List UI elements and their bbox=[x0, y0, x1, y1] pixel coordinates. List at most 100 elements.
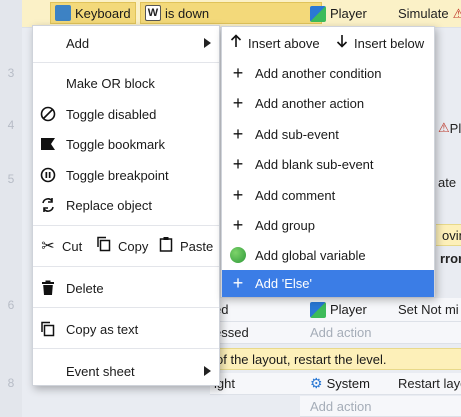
plus-icon: + bbox=[232, 123, 244, 144]
menu-item-label: Add 'Else' bbox=[255, 276, 312, 291]
event-row[interactable]: ed Player Set Not mi bbox=[210, 298, 461, 322]
menu-item-label: Toggle breakpoint bbox=[66, 167, 169, 183]
row-number: 5 bbox=[7, 172, 15, 186]
warning-icon: ⚠ bbox=[438, 120, 450, 135]
arrow-up-icon bbox=[230, 34, 242, 52]
disabled-icon bbox=[39, 105, 57, 123]
plus-icon: + bbox=[232, 92, 244, 113]
comment-text: oving bbox=[442, 227, 461, 243]
plus-icon: + bbox=[232, 273, 244, 293]
add-blank-sub-event-item[interactable]: + Add blank sub-event bbox=[222, 149, 434, 179]
add-condition-item[interactable]: + Add another condition bbox=[222, 58, 434, 88]
menu-separator bbox=[33, 266, 219, 267]
action-object[interactable]: Player bbox=[306, 298, 371, 321]
comment-row[interactable]: oving bbox=[436, 224, 461, 246]
action-label: Restart layo bbox=[398, 376, 461, 391]
menu-separator bbox=[33, 225, 219, 226]
menu-item-label: Add another action bbox=[255, 95, 365, 111]
row-number: 4 bbox=[7, 118, 15, 132]
object-name: Player bbox=[330, 6, 367, 21]
condition-keyboard[interactable]: Keyboard bbox=[50, 2, 136, 24]
condition-text[interactable]: W is down bbox=[140, 2, 322, 24]
insert-below-label: Insert below bbox=[354, 35, 425, 51]
plus-icon: + bbox=[232, 214, 244, 235]
menu-item-replace-object[interactable]: Replace object bbox=[33, 190, 219, 220]
keyboard-icon bbox=[55, 5, 71, 21]
menu-item-add[interactable]: Add bbox=[33, 28, 219, 58]
menu-item-label: Make OR block bbox=[66, 75, 155, 91]
menu-item-label: Delete bbox=[66, 280, 104, 296]
action-object[interactable]: Player bbox=[306, 0, 371, 27]
action-text[interactable]: ate bbox=[438, 172, 456, 192]
chevron-right-icon bbox=[204, 38, 211, 48]
bookmark-icon bbox=[39, 135, 57, 153]
globe-icon bbox=[229, 246, 247, 264]
menu-item-toggle-disabled[interactable]: Toggle disabled bbox=[33, 99, 219, 129]
action-label: Pla bbox=[449, 120, 461, 136]
menu-item-label: Event sheet bbox=[66, 363, 135, 379]
action-label: Simulate bbox=[398, 6, 449, 21]
paste-button[interactable]: Paste bbox=[157, 231, 213, 261]
menu-item-copy-as-text[interactable]: Copy as text bbox=[33, 314, 219, 344]
add-else-item[interactable]: + Add 'Else' bbox=[222, 270, 434, 297]
menu-item-make-or-block[interactable]: Make OR block bbox=[33, 68, 219, 98]
menu-item-toggle-breakpoint[interactable]: Toggle breakpoint bbox=[33, 160, 219, 190]
copy-button[interactable]: Copy bbox=[95, 231, 148, 261]
menu-item-label: Add global variable bbox=[255, 247, 366, 263]
menu-item-label: Replace object bbox=[66, 197, 152, 213]
menu-separator bbox=[33, 348, 219, 349]
add-comment-item[interactable]: + Add comment bbox=[222, 180, 434, 210]
row-number: 3 bbox=[7, 66, 15, 80]
action-text[interactable]: Restart layo bbox=[398, 373, 461, 394]
menu-item-toggle-bookmark[interactable]: Toggle bookmark bbox=[33, 129, 219, 159]
object-name: Player bbox=[330, 302, 367, 317]
plus-icon: + bbox=[232, 184, 244, 205]
comment-row[interactable]: of the layout, restart the level. bbox=[210, 348, 461, 370]
context-menu: Add Make OR block Toggle disabled Toggle… bbox=[32, 25, 220, 386]
add-action-item[interactable]: + Add another action bbox=[222, 88, 434, 118]
add-action-link[interactable]: Add action bbox=[310, 322, 371, 343]
menu-item-label: Add blank sub-event bbox=[255, 156, 374, 172]
event-row[interactable]: ight ⚙ System Restart layo bbox=[210, 373, 461, 395]
menu-item-label: Toggle disabled bbox=[66, 106, 157, 122]
menu-item-label: Add sub-event bbox=[255, 126, 339, 142]
add-global-variable-item[interactable]: Add global variable bbox=[222, 240, 434, 270]
menu-item-label: Add comment bbox=[255, 187, 336, 203]
add-sub-event-item[interactable]: + Add sub-event bbox=[222, 119, 434, 149]
scissors-icon: ✂ bbox=[41, 238, 55, 255]
clipboard-row: ✂ Cut Copy Paste bbox=[33, 231, 219, 261]
row-number: 6 bbox=[7, 298, 15, 312]
cut-label: Cut bbox=[62, 238, 83, 254]
action-text[interactable]: rror bbox=[440, 248, 461, 268]
cut-button[interactable]: ✂ Cut bbox=[39, 231, 82, 261]
menu-item-delete[interactable]: Delete bbox=[33, 273, 219, 303]
player-icon bbox=[310, 5, 326, 22]
action-text[interactable]: ⚠ Pla bbox=[438, 118, 461, 138]
action-label: Set Not mi bbox=[398, 302, 459, 317]
action-object[interactable]: ⚙ System bbox=[306, 373, 374, 394]
object-name: System bbox=[326, 376, 370, 391]
row-number: 8 bbox=[7, 376, 15, 390]
swap-icon bbox=[39, 196, 57, 214]
event-row[interactable]: Keyboard W is down Player Simulate ⚠ bbox=[22, 0, 461, 28]
action-label: ate bbox=[438, 174, 457, 190]
player-icon bbox=[310, 301, 326, 318]
plus-icon: + bbox=[232, 62, 244, 83]
action-text[interactable]: Set Not mi bbox=[398, 298, 459, 321]
add-action-link[interactable]: Add action bbox=[310, 396, 371, 416]
copy-icon bbox=[95, 236, 113, 257]
insert-above-label: Insert above bbox=[248, 35, 320, 51]
event-row[interactable]: Add action bbox=[300, 396, 461, 417]
copy-icon bbox=[39, 320, 57, 338]
event-row[interactable]: essed Add action bbox=[210, 322, 461, 344]
action-text[interactable]: Simulate ⚠ bbox=[398, 0, 461, 27]
action-label: rror bbox=[440, 250, 461, 266]
add-group-item[interactable]: + Add group bbox=[222, 210, 434, 240]
pause-icon bbox=[39, 166, 57, 184]
insert-above-button[interactable]: Insert above bbox=[230, 28, 320, 58]
menu-item-event-sheet[interactable]: Event sheet bbox=[33, 356, 219, 386]
insert-below-button[interactable]: Insert below bbox=[336, 28, 424, 58]
condition-label: is down bbox=[165, 5, 210, 21]
line-gutter bbox=[0, 0, 22, 417]
menu-item-label: Add bbox=[66, 35, 90, 51]
